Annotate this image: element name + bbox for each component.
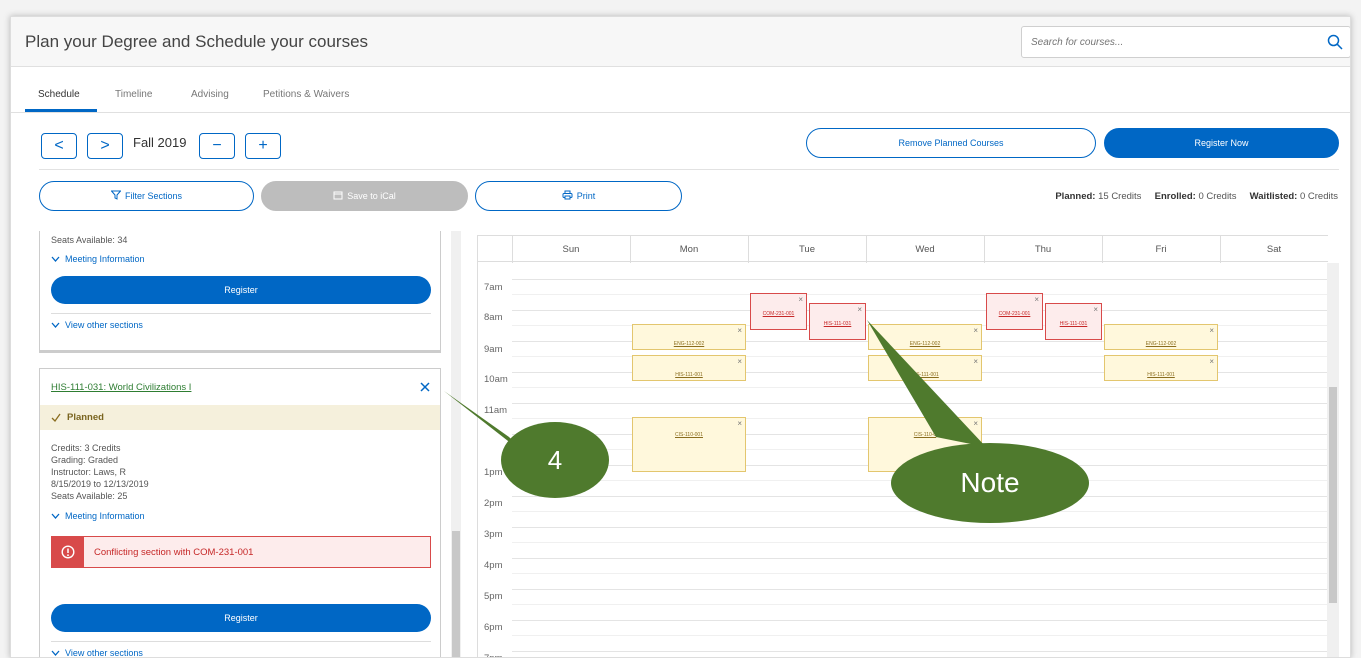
app-window: Plan your Degree and Schedule your cours… xyxy=(10,16,1351,658)
callout-4: 4 xyxy=(501,422,609,498)
callout-note-pointer xyxy=(867,320,986,447)
callout-pointers xyxy=(444,320,986,459)
callout-note: Note xyxy=(891,443,1089,523)
